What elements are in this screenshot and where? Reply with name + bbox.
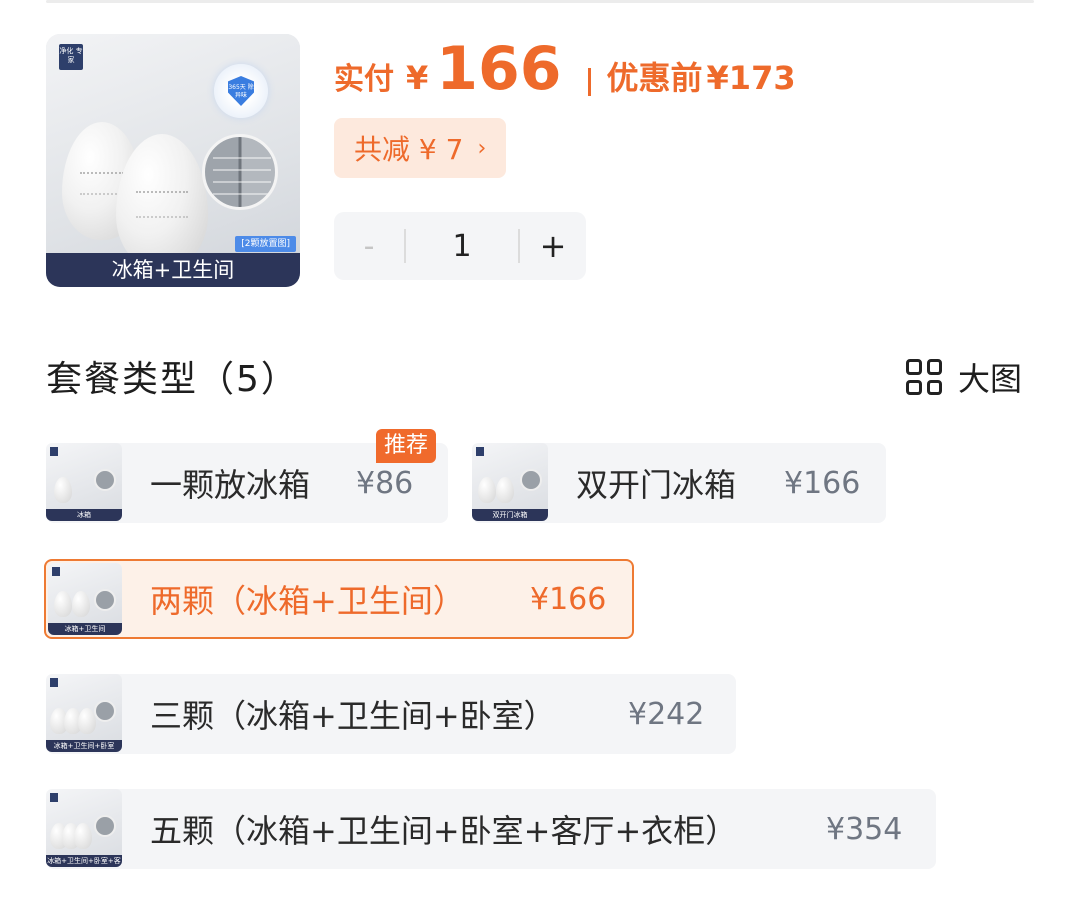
product-image[interactable]: 净化 专家 365天 除异味 [2颗放置图] 冰箱+卫生间 [46, 34, 300, 287]
big-view-label: 大图 [958, 360, 1023, 398]
decrease-button[interactable]: - [334, 229, 404, 264]
price-separator [587, 68, 591, 96]
big-view-toggle[interactable]: 大图 [906, 354, 1022, 400]
option-label: 三颗（冰箱+卫生间+卧室） [150, 697, 556, 735]
increase-button[interactable]: + [520, 227, 586, 265]
option-five-rooms[interactable]: 冰箱+卫生间+卧室+客厅+衣柜 五颗（冰箱+卫生间+卧室+客厅+衣柜） ¥354 [46, 789, 936, 869]
quantity-stepper: - 1 + [334, 212, 586, 280]
option-price: ¥354 [826, 811, 903, 847]
option-three-rooms[interactable]: 冰箱+卫生间+卧室 三颗（冰箱+卫生间+卧室） ¥242 [46, 674, 736, 754]
option-thumbnail: 冰箱+卫生间 [48, 563, 122, 635]
option-thumbnail: 冰箱+卫生间+卧室 [46, 674, 122, 752]
quantity-value[interactable]: 1 [406, 229, 518, 264]
option-price: ¥242 [628, 696, 705, 732]
original-price-label: 优惠前 [606, 59, 703, 97]
top-divider [46, 0, 1034, 3]
option-label: 双开门冰箱 [576, 466, 737, 504]
image-caption: 冰箱+卫生间 [46, 253, 300, 287]
grid-icon [906, 359, 942, 395]
price-row: 实付 ¥ 166 优惠前 ¥173 [334, 34, 796, 114]
option-thumbnail: 冰箱+卫生间+卧室+客厅+衣柜 [46, 789, 122, 867]
paid-price: 166 [436, 34, 562, 104]
feature-badge: 365天 除异味 [214, 64, 268, 118]
option-two-fridge-bathroom[interactable]: 冰箱+卫生间 两颗（冰箱+卫生间） ¥166 [44, 559, 634, 639]
currency-symbol: ¥ [406, 59, 429, 97]
option-thumbnail: 冰箱 [46, 443, 122, 521]
option-price: ¥166 [784, 465, 861, 501]
discount-text: 共减 ¥ 7 [354, 133, 464, 166]
option-label: 五颗（冰箱+卫生间+卧室+客厅+衣柜） [150, 812, 738, 850]
option-double-door-fridge[interactable]: 双开门冰箱 双开门冰箱 ¥166 [472, 443, 886, 523]
option-label: 两颗（冰箱+卫生间） [150, 582, 465, 620]
original-price: ¥173 [706, 59, 796, 97]
option-label: 一颗放冰箱 [150, 466, 311, 504]
shield-icon: 365天 除异味 [228, 76, 254, 106]
option-price: ¥86 [356, 465, 414, 501]
discount-chip[interactable]: 共减 ¥ 7 › [334, 118, 507, 178]
image-tag: [2颗放置图] [235, 236, 296, 252]
option-thumbnail: 双开门冰箱 [472, 443, 548, 521]
brand-logo: 净化 专家 [59, 44, 83, 70]
chevron-right-icon: › [477, 135, 487, 161]
option-price: ¥166 [530, 581, 607, 617]
package-type-title: 套餐类型（5） [46, 359, 299, 400]
recommend-badge: 推荐 [376, 429, 437, 463]
fridge-image [202, 134, 278, 210]
paid-label: 实付 [334, 62, 394, 97]
